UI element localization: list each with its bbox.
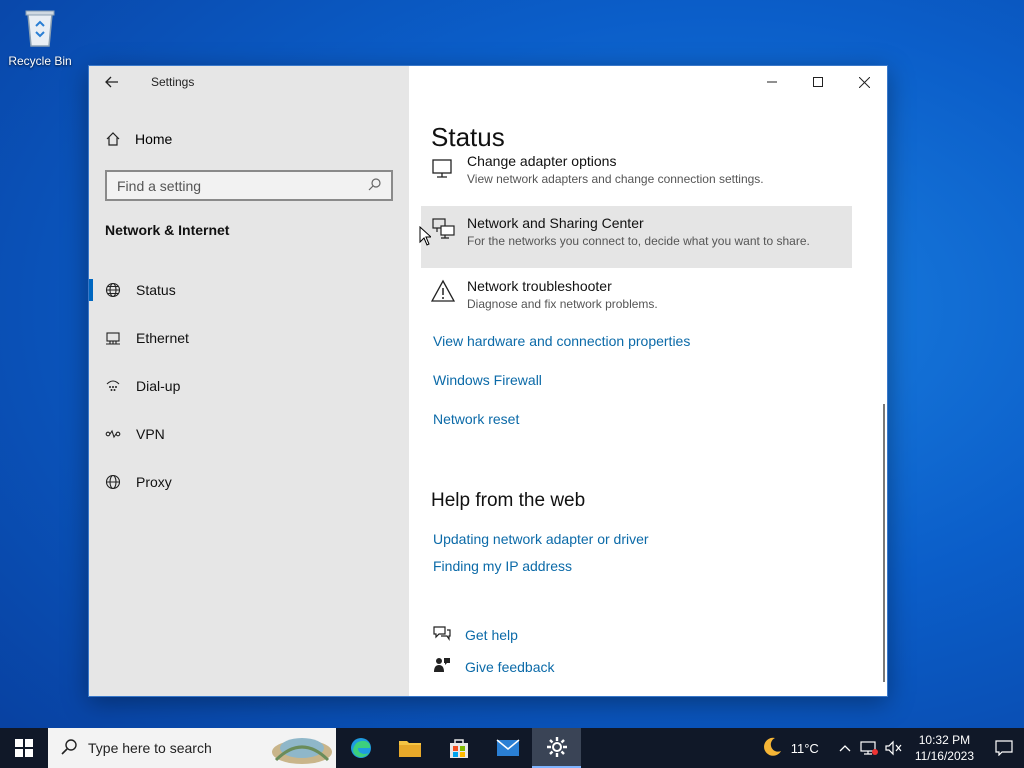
recycle-bin-label: Recycle Bin — [8, 54, 72, 68]
mail-icon — [496, 739, 519, 756]
sidebar-item-home[interactable]: Home — [105, 126, 172, 152]
recycle-bin-shortcut[interactable]: Recycle Bin — [4, 6, 76, 68]
scrollbar[interactable] — [883, 404, 885, 682]
finding-ip-link[interactable]: Finding my IP address — [433, 558, 572, 574]
back-arrow-icon — [105, 76, 118, 88]
ethernet-icon — [105, 330, 121, 346]
sidebar-nav: Status Ethernet Dial-up VPN Proxy — [89, 266, 409, 506]
sidebar-item-dial-up[interactable]: Dial-up — [89, 362, 409, 410]
notification-icon — [995, 740, 1013, 756]
volume-muted-icon[interactable] — [881, 740, 905, 756]
home-label: Home — [135, 131, 173, 147]
search-highlight-icon — [266, 732, 332, 764]
find-setting-placeholder: Find a setting — [117, 177, 202, 194]
back-button[interactable] — [89, 66, 135, 98]
home-icon — [105, 131, 121, 147]
maximize-icon — [813, 77, 823, 87]
view-hardware-link[interactable]: View hardware and connection properties — [433, 333, 690, 349]
network-sharing-center[interactable]: Network and Sharing Center For the netwo… — [421, 206, 852, 268]
clock[interactable]: 10:32 PM 11/16/2023 — [915, 732, 974, 764]
monitor-icon — [431, 156, 459, 185]
windows-logo-icon — [15, 739, 33, 757]
gear-icon — [546, 737, 567, 757]
settings-window: Settings Home Find a setting Network & I… — [88, 65, 888, 697]
search-icon — [60, 738, 78, 759]
entry-description: For the networks you connect to, decide … — [467, 234, 810, 248]
taskbar-edge[interactable] — [336, 728, 385, 768]
title-bar: Settings — [89, 66, 409, 98]
sidebar-item-label: VPN — [136, 426, 165, 442]
weather-temp: 11°C — [790, 740, 819, 756]
close-icon — [858, 76, 870, 88]
taskbar-file-explorer[interactable] — [385, 728, 434, 768]
store-icon — [449, 739, 468, 758]
taskbar: Type here to search 11°C 10:32 PM 11/16/… — [0, 728, 1024, 768]
sidebar-item-ethernet[interactable]: Ethernet — [89, 314, 409, 362]
entry-title: Network troubleshooter — [467, 278, 612, 294]
moon-icon — [761, 736, 783, 761]
windows-firewall-link[interactable]: Windows Firewall — [433, 372, 542, 388]
sidebar-item-vpn[interactable]: VPN — [89, 410, 409, 458]
minimize-button[interactable] — [749, 66, 795, 98]
taskbar-mail[interactable] — [483, 728, 532, 768]
entry-description: Diagnose and fix network problems. — [467, 297, 658, 311]
warning-icon — [430, 277, 459, 308]
entry-title: Network and Sharing Center — [467, 215, 644, 231]
give-feedback-label: Give feedback — [465, 658, 555, 675]
section-title: Network & Internet — [105, 222, 230, 238]
page-title: Status — [431, 122, 505, 152]
sidebar-item-label: Status — [136, 282, 176, 298]
close-button[interactable] — [841, 66, 887, 98]
clock-time: 10:32 PM — [918, 733, 971, 747]
edge-browser-icon — [350, 738, 371, 758]
sidebar-item-proxy[interactable]: Proxy — [89, 458, 409, 506]
sidebar-item-label: Dial-up — [136, 378, 181, 394]
main-content: Status Change adapter options View netwo… — [409, 66, 887, 696]
taskbar-search-box[interactable]: Type here to search — [48, 728, 336, 768]
dialup-icon — [105, 378, 121, 394]
taskbar-store[interactable] — [434, 728, 483, 768]
taskbar-settings[interactable] — [532, 728, 581, 768]
sidebar-item-status[interactable]: Status — [89, 266, 409, 314]
clock-date: 11/16/2023 — [914, 749, 974, 763]
chevron-up-icon — [839, 745, 851, 752]
maximize-button[interactable] — [795, 66, 841, 98]
vpn-icon — [105, 426, 121, 442]
chat-help-icon — [433, 625, 451, 644]
sidebar-item-label: Proxy — [136, 474, 172, 490]
show-hidden-icons-button[interactable] — [833, 744, 857, 752]
mouse-cursor-icon — [419, 225, 433, 251]
entry-title: Change adapter options — [467, 154, 617, 169]
search-icon — [368, 177, 381, 194]
minimize-icon — [767, 81, 777, 83]
app-title: Settings — [151, 75, 195, 89]
sidebar-item-label: Ethernet — [136, 330, 189, 346]
change-adapter-options[interactable]: Change adapter options View network adap… — [421, 154, 852, 198]
sharing-center-icon — [431, 214, 459, 245]
feedback-icon — [433, 656, 451, 677]
get-help-label: Get help — [465, 626, 518, 643]
folder-icon — [398, 741, 421, 757]
network-troubleshooter[interactable]: Network troubleshooter Diagnose and fix … — [421, 269, 852, 331]
notification-center-button[interactable] — [984, 740, 1024, 756]
give-feedback-link[interactable]: Give feedback — [433, 656, 555, 677]
taskbar-search-placeholder: Type here to search — [88, 740, 212, 756]
system-tray: 11°C 10:32 PM 11/16/2023 — [761, 728, 1024, 768]
find-setting-input[interactable]: Find a setting — [105, 170, 393, 201]
weather-widget[interactable]: 11°C — [761, 736, 819, 761]
start-button[interactable] — [0, 728, 48, 768]
entry-description: View network adapters and change connect… — [467, 172, 764, 186]
sidebar: Settings Home Find a setting Network & I… — [89, 66, 409, 696]
updating-adapter-link[interactable]: Updating network adapter or driver — [433, 531, 649, 547]
recycle-bin-icon — [22, 6, 58, 48]
network-reset-link[interactable]: Network reset — [433, 411, 519, 427]
network-tray-icon[interactable] — [857, 740, 881, 756]
help-heading: Help from the web — [431, 490, 586, 511]
globe-icon — [105, 474, 121, 490]
get-help-link[interactable]: Get help — [433, 625, 518, 644]
globe-icon — [105, 282, 121, 298]
window-controls — [749, 66, 887, 98]
